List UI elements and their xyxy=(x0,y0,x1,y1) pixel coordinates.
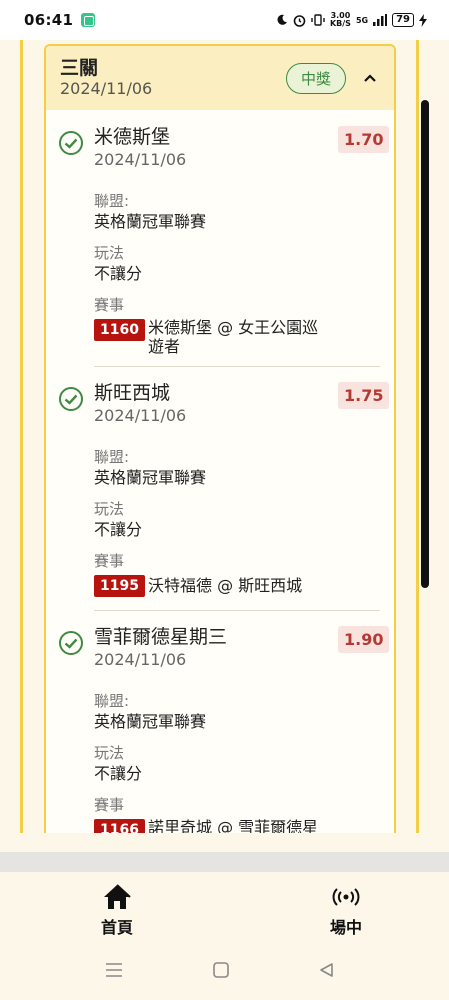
moon-icon xyxy=(277,14,287,25)
play-value: 不讓分 xyxy=(94,264,143,283)
leg-selection: 雪菲爾德星期三 xyxy=(94,626,228,648)
odds-badge: 1.70 xyxy=(338,126,390,153)
left-rail xyxy=(20,40,23,833)
match-code: 1195 xyxy=(94,575,145,597)
battery-level: 79 xyxy=(392,13,414,27)
nav-live-label: 場中 xyxy=(329,918,362,937)
menu-icon[interactable] xyxy=(105,962,123,978)
ticket-date: 2024/11/06 xyxy=(60,79,153,98)
match-code: 1160 xyxy=(94,319,145,341)
nav-live[interactable]: 場中 xyxy=(296,882,396,938)
status-icons: 3.00 KB/S 5G 79 xyxy=(276,12,427,28)
content-bottom-band xyxy=(0,852,449,872)
match-name: 諾里奇城 @ 雪菲爾德星 期三 xyxy=(148,818,338,833)
match-name-line: 遊者 xyxy=(148,337,181,356)
right-rail xyxy=(416,40,419,833)
win-status-badge: 中獎 xyxy=(285,62,346,94)
nav-home-label: 首頁 xyxy=(100,918,133,937)
net-speed: 3.00 KB/S xyxy=(330,12,351,28)
leg-date: 2024/11/06 xyxy=(94,406,187,425)
bet-leg: 米德斯堡 2024/11/06 1.70 聯盟: 英格蘭冠軍聯賽 玩法 不讓分 … xyxy=(46,110,394,367)
event-label: 賽事 xyxy=(94,552,125,570)
league-label: 聯盟: xyxy=(94,448,130,466)
status-bar: 06:41 3.00 KB/S 5G 79 xyxy=(0,0,449,40)
app-notification-icon xyxy=(81,13,96,27)
bet-leg: 雪菲爾德星期三 2024/11/06 1.90 聯盟: 英格蘭冠軍聯賽 玩法 不… xyxy=(46,610,394,833)
ticket-header[interactable]: 三關 2024/11/06 中獎 xyxy=(46,46,394,110)
bet-ticket-card: 三關 2024/11/06 中獎 米德斯堡 2024/11/06 1.70 聯盟… xyxy=(44,44,396,833)
network-type: 5G xyxy=(355,15,369,25)
system-nav-bar xyxy=(0,944,449,1000)
match-name-line: 沃特福德 @ 斯旺西城 xyxy=(148,576,303,595)
leg-date: 2024/11/06 xyxy=(94,150,187,169)
event-label: 賽事 xyxy=(94,296,125,314)
play-label: 玩法 xyxy=(94,744,125,762)
play-label: 玩法 xyxy=(94,244,125,262)
leg-selection: 米德斯堡 xyxy=(94,126,171,148)
ticket-header-text: 三關 2024/11/06 xyxy=(60,57,152,99)
play-value: 不讓分 xyxy=(94,520,143,539)
play-label: 玩法 xyxy=(94,500,125,518)
leg-date: 2024/11/06 xyxy=(94,650,187,669)
league-label: 聯盟: xyxy=(94,692,130,710)
alarm-icon xyxy=(293,14,306,27)
collapse-button[interactable] xyxy=(360,68,380,88)
charging-icon xyxy=(419,13,427,27)
check-circle-icon xyxy=(59,131,83,155)
league-value: 英格蘭冠軍聯賽 xyxy=(94,712,207,731)
league-label: 聯盟: xyxy=(94,192,130,210)
odds-badge: 1.90 xyxy=(338,626,390,653)
match-name-line: 米德斯堡 @ 女王公園巡 xyxy=(148,318,319,337)
net-speed-unit: KB/S xyxy=(329,19,351,28)
check-circle-icon xyxy=(59,631,83,655)
match-name-line: 諾里奇城 @ 雪菲爾德星 xyxy=(148,818,319,833)
check-circle-icon xyxy=(59,387,83,411)
home-square-icon[interactable] xyxy=(212,962,230,978)
chevron-up-icon xyxy=(364,74,376,82)
bet-leg: 斯旺西城 2024/11/06 1.75 聯盟: 英格蘭冠軍聯賽 玩法 不讓分 … xyxy=(46,366,394,611)
odds-badge: 1.75 xyxy=(338,382,390,409)
scrollbar-thumb[interactable] xyxy=(421,100,429,588)
event-label: 賽事 xyxy=(94,796,125,814)
home-icon xyxy=(104,884,131,909)
status-time: 06:41 xyxy=(24,11,74,29)
vibrate-icon xyxy=(311,14,325,26)
back-icon[interactable] xyxy=(318,962,336,978)
league-value: 英格蘭冠軍聯賽 xyxy=(94,468,207,487)
nav-home[interactable]: 首頁 xyxy=(67,882,167,938)
bottom-nav: 首頁 場中 xyxy=(0,872,449,944)
play-value: 不讓分 xyxy=(94,764,143,783)
ticket-scroll-area[interactable]: 三關 2024/11/06 中獎 米德斯堡 2024/11/06 1.70 聯盟… xyxy=(0,40,449,833)
signal-icon xyxy=(373,14,388,26)
match-name: 米德斯堡 @ 女王公園巡 遊者 xyxy=(148,318,338,356)
match-name: 沃特福德 @ 斯旺西城 xyxy=(148,576,338,595)
leg-selection: 斯旺西城 xyxy=(94,382,171,404)
broadcast-icon xyxy=(332,888,360,906)
match-code: 1166 xyxy=(94,819,145,833)
ticket-title: 三關 xyxy=(60,57,99,79)
league-value: 英格蘭冠軍聯賽 xyxy=(94,212,207,231)
